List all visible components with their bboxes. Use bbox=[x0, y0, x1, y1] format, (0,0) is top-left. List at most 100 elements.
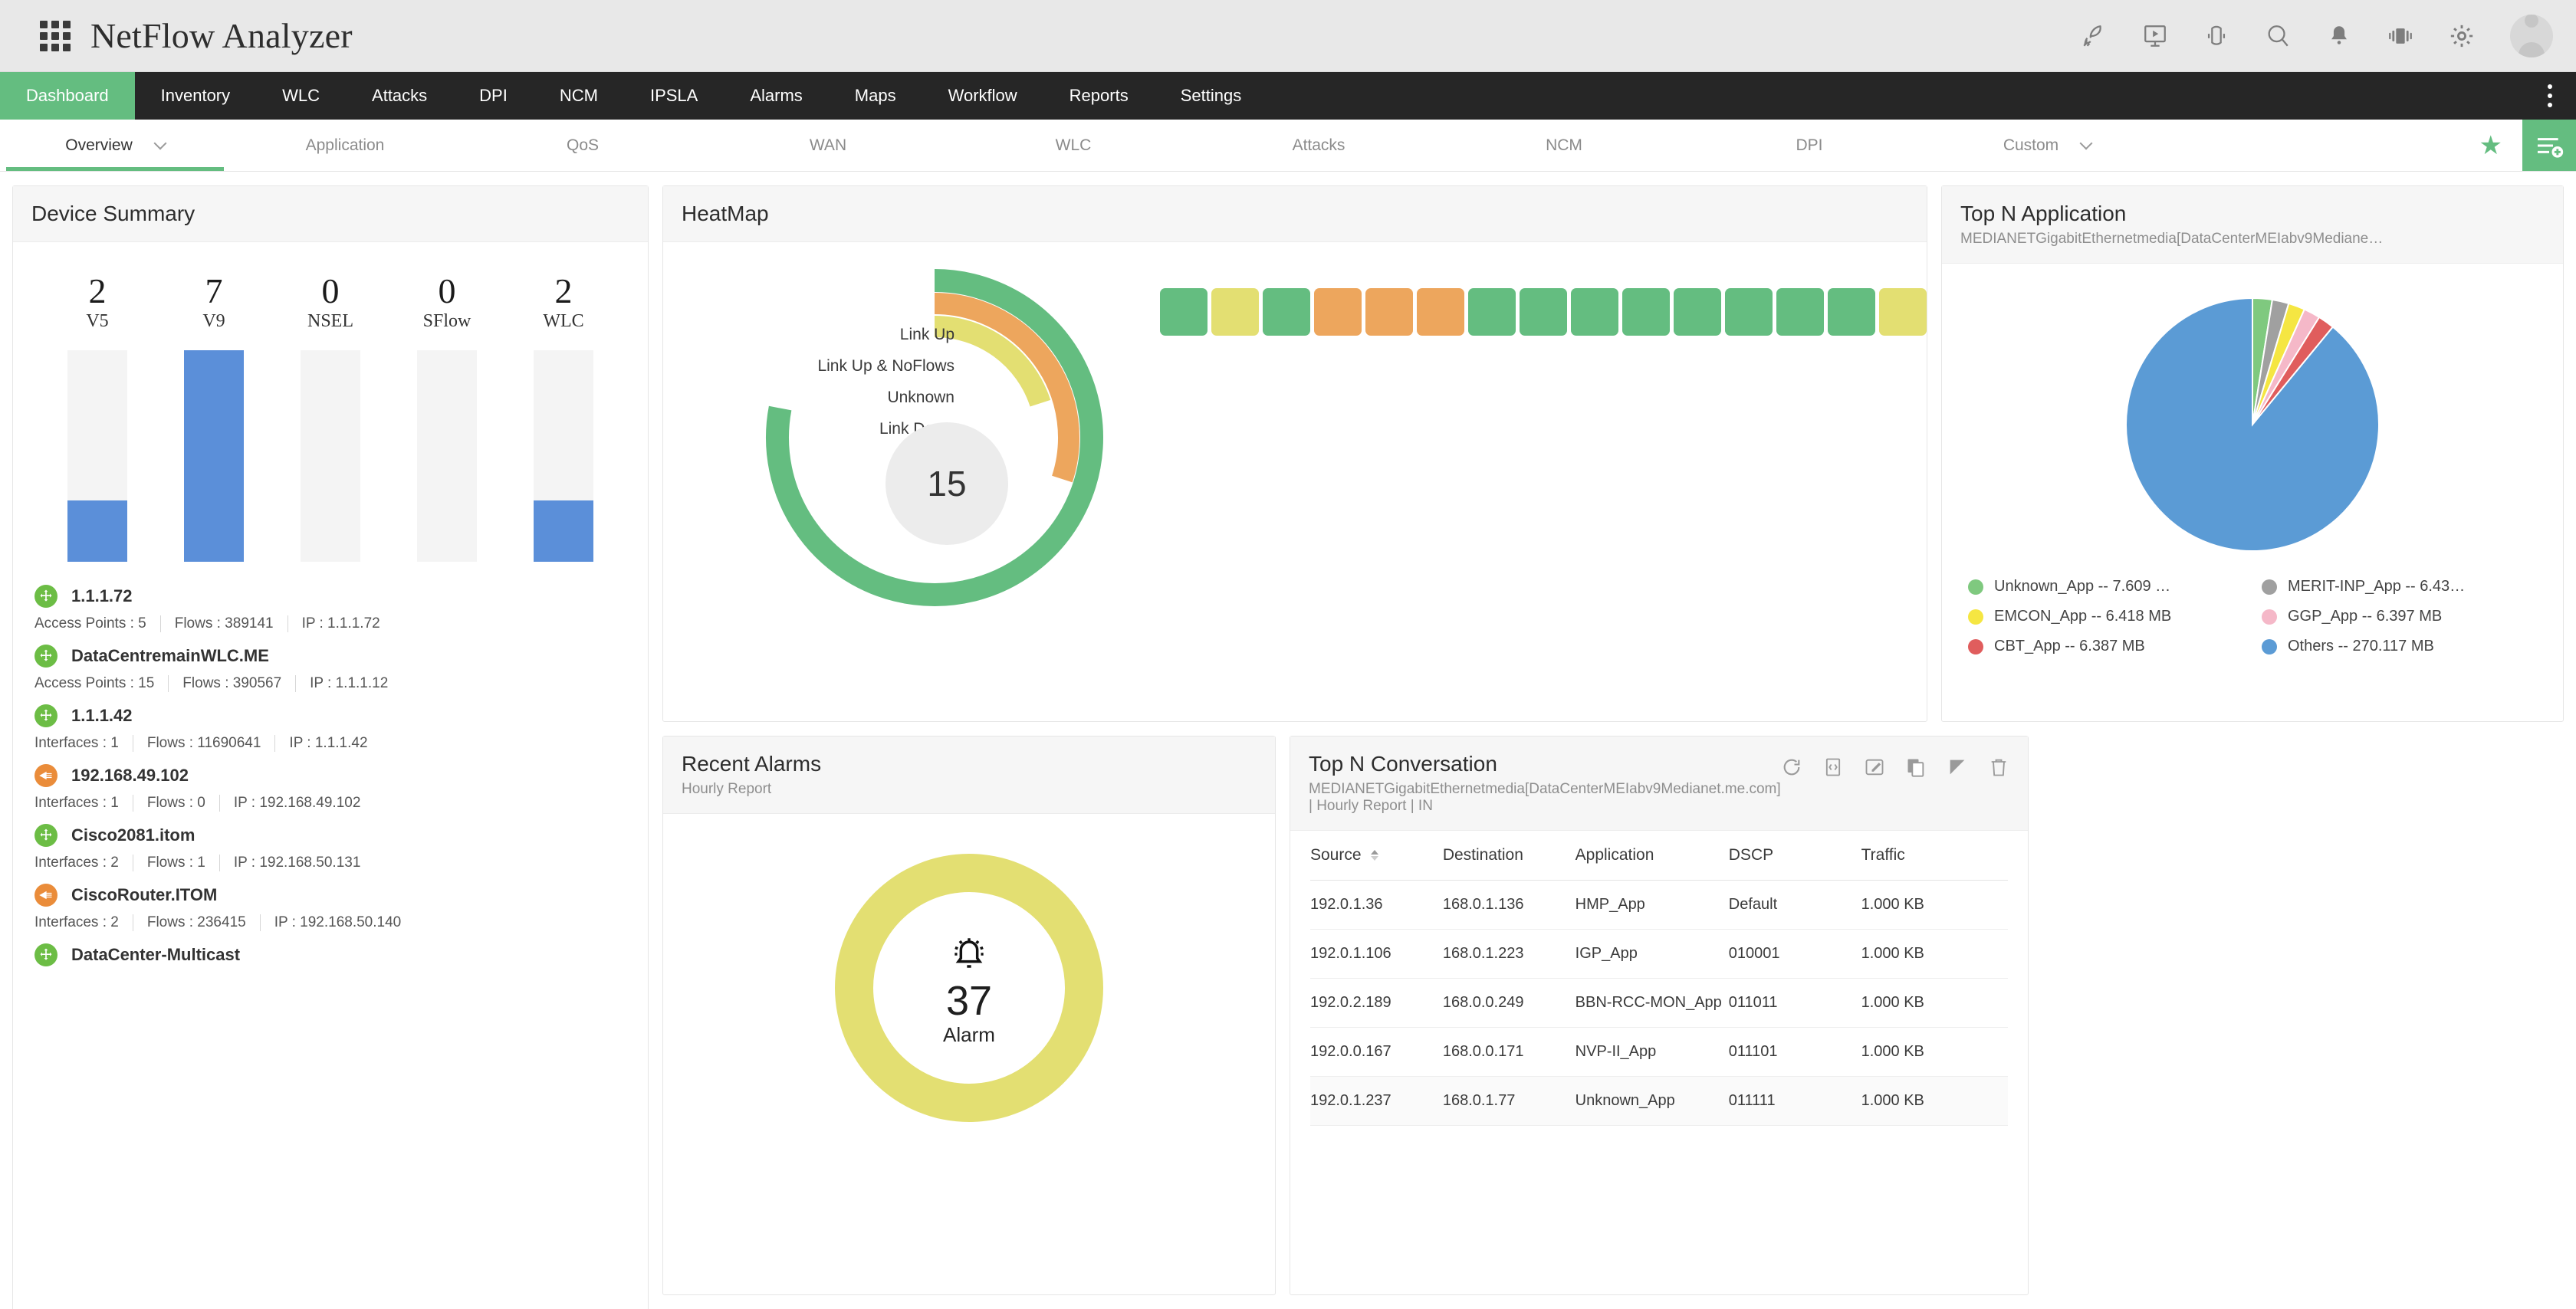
heatmap-tile[interactable] bbox=[1520, 288, 1567, 336]
nav-item-attacks[interactable]: Attacks bbox=[346, 72, 453, 120]
list-item[interactable]: CiscoRouter.ITOM Interfaces : 2 Flows : … bbox=[34, 874, 626, 934]
legend-item[interactable]: Others -- 270.117 MB bbox=[2262, 638, 2537, 655]
list-item[interactable]: 1.1.1.42 Interfaces : 1 Flows : 11690641… bbox=[34, 695, 626, 755]
metric-wlc[interactable]: 2 WLC bbox=[525, 272, 602, 332]
heatmap-tile[interactable] bbox=[1211, 288, 1259, 336]
subtab-wan[interactable]: WAN bbox=[705, 120, 951, 171]
copy-icon[interactable] bbox=[1905, 756, 1927, 778]
heatmap-tiles[interactable] bbox=[1152, 265, 1927, 336]
subtab-overview[interactable]: Overview bbox=[0, 120, 230, 171]
col-source[interactable]: Source bbox=[1310, 831, 1443, 881]
nav-item-dpi[interactable]: DPI bbox=[453, 72, 534, 120]
heatmap-tile[interactable] bbox=[1674, 288, 1721, 336]
heatmap-tile[interactable] bbox=[1776, 288, 1824, 336]
pie-slice[interactable] bbox=[2125, 297, 2380, 552]
add-widget-button[interactable] bbox=[2522, 120, 2576, 171]
heatmap-tile[interactable] bbox=[1828, 288, 1875, 336]
subtab-application[interactable]: Application bbox=[230, 120, 460, 171]
subtab-dpi[interactable]: DPI bbox=[1687, 120, 1932, 171]
nav-item-settings[interactable]: Settings bbox=[1155, 72, 1268, 120]
nav-item-inventory[interactable]: Inventory bbox=[135, 72, 257, 120]
legend-item[interactable]: Unknown_App -- 7.609 … bbox=[1968, 578, 2243, 595]
heatmap-tile[interactable] bbox=[1263, 288, 1310, 336]
top-application-pie-chart[interactable] bbox=[1942, 264, 2563, 555]
chevron-down-icon[interactable] bbox=[2079, 136, 2093, 150]
legend-color-dot bbox=[1968, 609, 1983, 625]
legend-item[interactable]: MERIT-INP_App -- 6.43… bbox=[2262, 578, 2537, 595]
search-icon[interactable] bbox=[2260, 18, 2295, 54]
presentation-icon[interactable] bbox=[2137, 18, 2173, 54]
device-summary-column: Device Summary 2 V5 7 V9 0 NSEL 0 SFlow bbox=[12, 185, 649, 1309]
nav-item-ncm[interactable]: NCM bbox=[534, 72, 624, 120]
metric-sflow[interactable]: 0 SFlow bbox=[409, 272, 485, 332]
nav-item-reports[interactable]: Reports bbox=[1043, 72, 1155, 120]
legend-label: EMCON_App -- 6.418 MB bbox=[1994, 608, 2172, 625]
device-meta: IP : 192.168.49.102 bbox=[233, 795, 361, 812]
nav-item-alarms[interactable]: Alarms bbox=[724, 72, 828, 120]
heatmap-tile[interactable] bbox=[1879, 288, 1927, 336]
rocket-icon[interactable] bbox=[2076, 18, 2111, 54]
metric-nsel[interactable]: 0 NSEL bbox=[292, 272, 369, 332]
headset-icon[interactable] bbox=[2199, 18, 2234, 54]
edit-icon[interactable] bbox=[1864, 756, 1885, 778]
bar-wlc bbox=[534, 350, 593, 563]
subtab-qos[interactable]: QoS bbox=[460, 120, 705, 171]
list-item[interactable]: DataCentremainWLC.ME Access Points : 15 … bbox=[34, 635, 626, 695]
subtab-wlc[interactable]: WLC bbox=[951, 120, 1196, 171]
code-icon[interactable] bbox=[1822, 756, 1844, 778]
gear-icon[interactable] bbox=[2444, 18, 2479, 54]
heatmap-tile[interactable] bbox=[1417, 288, 1464, 336]
col-destination[interactable]: Destination bbox=[1442, 831, 1576, 881]
favorite-star-icon[interactable]: ★ bbox=[2459, 120, 2522, 171]
subtab-custom[interactable]: Custom bbox=[1932, 120, 2162, 171]
heatmap-donut-chart[interactable]: Link Up Link Up & NoFlows Unknown Link D… bbox=[663, 265, 1152, 687]
avatar[interactable] bbox=[2510, 14, 2553, 57]
subtab-ncm[interactable]: NCM bbox=[1441, 120, 1687, 171]
col-application[interactable]: Application bbox=[1575, 831, 1729, 881]
heatmap-tile[interactable] bbox=[1571, 288, 1618, 336]
top-application-legend: Unknown_App -- 7.609 … MERIT-INP_App -- 6… bbox=[1942, 555, 2563, 655]
list-item[interactable]: DataCenter-Multicast bbox=[34, 934, 626, 969]
table-row[interactable]: 192.0.1.237 168.0.1.77 Unknown_App 01111… bbox=[1310, 1076, 2008, 1126]
nav-item-workflow[interactable]: Workflow bbox=[922, 72, 1043, 120]
metric-v5[interactable]: 2 V5 bbox=[59, 272, 136, 332]
subtab-attacks[interactable]: Attacks bbox=[1196, 120, 1441, 171]
sort-arrows-icon[interactable] bbox=[1371, 850, 1379, 861]
table-row[interactable]: 192.0.1.36 168.0.1.136 HMP_App Default 1… bbox=[1310, 880, 2008, 930]
list-item[interactable]: 192.168.49.102 Interfaces : 1 Flows : 0 … bbox=[34, 755, 626, 815]
heatmap-tile[interactable] bbox=[1160, 288, 1208, 336]
recent-alarms-donut[interactable]: 37 Alarm bbox=[663, 814, 1275, 1122]
heatmap-tile[interactable] bbox=[1365, 288, 1413, 336]
nav-item-maps[interactable]: Maps bbox=[829, 72, 922, 120]
table-row[interactable]: 192.0.2.189 168.0.0.249 BBN-RCC-MON_App … bbox=[1310, 978, 2008, 1028]
heatmap-tile[interactable] bbox=[1725, 288, 1773, 336]
heatmap-tile[interactable] bbox=[1468, 288, 1516, 336]
nav-item-dashboard[interactable]: Dashboard bbox=[0, 72, 135, 120]
bell-icon[interactable] bbox=[2321, 18, 2357, 54]
app-grid-icon[interactable] bbox=[40, 20, 71, 51]
heatmap-tile[interactable] bbox=[1314, 288, 1362, 336]
chevron-down-icon[interactable] bbox=[153, 136, 167, 150]
device-meta: IP : 1.1.1.72 bbox=[301, 615, 380, 632]
cell-dscp: Default bbox=[1728, 880, 1861, 930]
device-name: DataCentremainWLC.ME bbox=[71, 646, 269, 666]
nav-item-ipsla[interactable]: IPSLA bbox=[624, 72, 724, 120]
right-column: Top N Application MEDIANETGigabitEtherne… bbox=[1941, 185, 2564, 1295]
table-row[interactable]: 192.0.0.167 168.0.0.171 NVP-II_App 01110… bbox=[1310, 1027, 2008, 1077]
refresh-icon[interactable] bbox=[1781, 756, 1802, 778]
col-dscp[interactable]: DSCP bbox=[1728, 831, 1861, 881]
heatmap-tile[interactable] bbox=[1622, 288, 1670, 336]
overflow-menu-icon[interactable] bbox=[2535, 72, 2565, 120]
metric-v9[interactable]: 7 V9 bbox=[176, 272, 252, 332]
legend-item[interactable]: CBT_App -- 6.387 MB bbox=[1968, 638, 2243, 655]
legend-item[interactable]: EMCON_App -- 6.418 MB bbox=[1968, 608, 2243, 625]
top-conversation-title: Top N Conversation bbox=[1309, 752, 1497, 776]
legend-item[interactable]: GGP_App -- 6.397 MB bbox=[2262, 608, 2537, 625]
list-item[interactable]: 1.1.1.72 Access Points : 5 Flows : 38914… bbox=[34, 576, 626, 635]
table-row[interactable]: 192.0.1.106 168.0.1.223 IGP_App 010001 1… bbox=[1310, 929, 2008, 979]
list-item[interactable]: Cisco2081.itom Interfaces : 2 Flows : 1 … bbox=[34, 815, 626, 874]
router-icon bbox=[34, 645, 58, 668]
slideshow-icon[interactable] bbox=[2383, 18, 2418, 54]
device-metrics: 2 V5 7 V9 0 NSEL 0 SFlow 2 WLC bbox=[13, 242, 648, 332]
nav-item-wlc[interactable]: WLC bbox=[256, 72, 346, 120]
